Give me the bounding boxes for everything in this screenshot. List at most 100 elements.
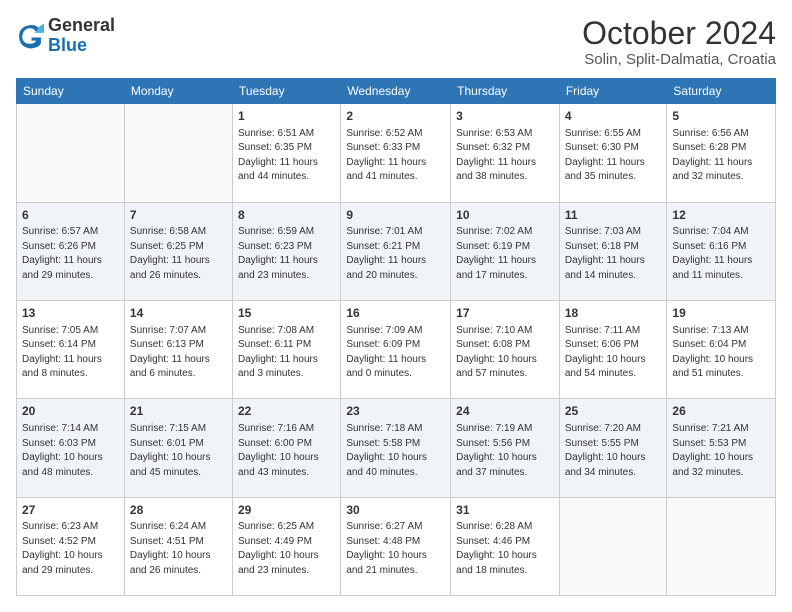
day-number: 15 (238, 305, 335, 322)
day-info: Sunrise: 7:19 AM Sunset: 5:56 PM Dayligh… (456, 422, 554, 480)
calendar-cell: 20 Sunrise: 7:14 AM Sunset: 6:03 PM Dayli… (17, 399, 125, 497)
main-title: October 2024 (582, 16, 776, 51)
day-number: 16 (346, 305, 445, 322)
calendar-cell: 4Sunrise: 6:55 AM Sunset: 6:30 PM Daylig… (559, 104, 667, 202)
header: General Blue October 2024 Solin, Split-D… (16, 16, 776, 68)
day-info: Sunrise: 7:11 AM Sunset: 6:06 PM Dayligh… (565, 324, 662, 382)
day-info: Sunrise: 7:09 AM Sunset: 6:09 PM Dayligh… (346, 324, 445, 382)
calendar-cell: 9Sunrise: 7:01 AM Sunset: 6:21 PM Daylig… (341, 202, 451, 300)
day-number: 18 (565, 305, 662, 322)
logo: General Blue (16, 16, 115, 56)
day-number: 27 (22, 502, 119, 519)
day-number: 25 (565, 403, 662, 420)
calendar-cell: 19 Sunrise: 7:13 AM Sunset: 6:04 PM Dayli… (667, 300, 776, 398)
calendar-week-5: 27Sunrise: 6:23 AM Sunset: 4:52 PM Dayli… (17, 497, 776, 595)
calendar-cell: 22Sunrise: 7:16 AM Sunset: 6:00 PM Dayli… (232, 399, 340, 497)
calendar-cell: 8Sunrise: 6:59 AM Sunset: 6:23 PM Daylig… (232, 202, 340, 300)
calendar-cell: 28Sunrise: 6:24 AM Sunset: 4:51 PM Dayli… (124, 497, 232, 595)
day-info: Sunrise: 7:10 AM Sunset: 6:08 PM Dayligh… (456, 324, 554, 382)
calendar-cell: 21 Sunrise: 7:15 AM Sunset: 6:01 PM Dayli… (124, 399, 232, 497)
day-number: 6 (22, 207, 119, 224)
day-number: 3 (456, 108, 554, 125)
logo-text: General Blue (48, 16, 115, 56)
calendar-week-2: 6Sunrise: 6:57 AM Sunset: 6:26 PM Daylig… (17, 202, 776, 300)
logo-blue: Blue (48, 36, 115, 56)
day-info: Sunrise: 6:23 AM Sunset: 4:52 PM Dayligh… (22, 520, 119, 578)
calendar-cell: 24Sunrise: 7:19 AM Sunset: 5:56 PM Dayli… (451, 399, 560, 497)
day-info: Sunrise: 7:14 AM Sunset: 6:03 PM Dayligh… (22, 422, 119, 480)
day-info: Sunrise: 6:57 AM Sunset: 6:26 PM Dayligh… (22, 225, 119, 283)
day-info: Sunrise: 7:15 AM Sunset: 6:01 PM Dayligh… (130, 422, 227, 480)
col-thursday: Thursday (451, 79, 560, 104)
calendar-cell: 26Sunrise: 7:21 AM Sunset: 5:53 PM Dayli… (667, 399, 776, 497)
col-wednesday: Wednesday (341, 79, 451, 104)
calendar-cell: 2Sunrise: 6:52 AM Sunset: 6:33 PM Daylig… (341, 104, 451, 202)
col-sunday: Sunday (17, 79, 125, 104)
day-info: Sunrise: 7:07 AM Sunset: 6:13 PM Dayligh… (130, 324, 227, 382)
day-info: Sunrise: 7:18 AM Sunset: 5:58 PM Dayligh… (346, 422, 445, 480)
calendar-table: Sunday Monday Tuesday Wednesday Thursday… (16, 78, 776, 596)
calendar-cell (559, 497, 667, 595)
day-info: Sunrise: 6:58 AM Sunset: 6:25 PM Dayligh… (130, 225, 227, 283)
calendar-cell: 11Sunrise: 7:03 AM Sunset: 6:18 PM Dayli… (559, 202, 667, 300)
day-info: Sunrise: 6:51 AM Sunset: 6:35 PM Dayligh… (238, 127, 335, 185)
calendar-cell: 6Sunrise: 6:57 AM Sunset: 6:26 PM Daylig… (17, 202, 125, 300)
day-info: Sunrise: 7:21 AM Sunset: 5:53 PM Dayligh… (672, 422, 770, 480)
day-number: 10 (456, 207, 554, 224)
subtitle: Solin, Split-Dalmatia, Croatia (582, 51, 776, 68)
day-info: Sunrise: 7:13 AM Sunset: 6:04 PM Dayligh… (672, 324, 770, 382)
day-number: 12 (672, 207, 770, 224)
calendar-week-3: 13 Sunrise: 7:05 AM Sunset: 6:14 PM Dayli… (17, 300, 776, 398)
day-number: 28 (130, 502, 227, 519)
col-friday: Friday (559, 79, 667, 104)
calendar-cell: 18 Sunrise: 7:11 AM Sunset: 6:06 PM Dayli… (559, 300, 667, 398)
day-info: Sunrise: 7:03 AM Sunset: 6:18 PM Dayligh… (565, 225, 662, 283)
calendar-cell: 12Sunrise: 7:04 AM Sunset: 6:16 PM Dayli… (667, 202, 776, 300)
day-info: Sunrise: 6:59 AM Sunset: 6:23 PM Dayligh… (238, 225, 335, 283)
day-info: Sunrise: 7:05 AM Sunset: 6:14 PM Dayligh… (22, 324, 119, 382)
day-number: 17 (456, 305, 554, 322)
calendar-cell: 27Sunrise: 6:23 AM Sunset: 4:52 PM Dayli… (17, 497, 125, 595)
calendar-week-1: 1 Sunrise: 6:51 AM Sunset: 6:35 PM Daylig… (17, 104, 776, 202)
day-number: 14 (130, 305, 227, 322)
calendar-cell: 7Sunrise: 6:58 AM Sunset: 6:25 PM Daylig… (124, 202, 232, 300)
col-tuesday: Tuesday (232, 79, 340, 104)
calendar-cell (17, 104, 125, 202)
day-number: 4 (565, 108, 662, 125)
day-number: 20 (22, 403, 119, 420)
day-number: 22 (238, 403, 335, 420)
day-info: Sunrise: 7:01 AM Sunset: 6:21 PM Dayligh… (346, 225, 445, 283)
day-number: 13 (22, 305, 119, 322)
day-number: 30 (346, 502, 445, 519)
page: General Blue October 2024 Solin, Split-D… (0, 0, 792, 612)
calendar-cell: 5Sunrise: 6:56 AM Sunset: 6:28 PM Daylig… (667, 104, 776, 202)
calendar-cell: 1 Sunrise: 6:51 AM Sunset: 6:35 PM Daylig… (232, 104, 340, 202)
calendar-cell: 15 Sunrise: 7:08 AM Sunset: 6:11 PM Dayli… (232, 300, 340, 398)
day-number: 1 (238, 108, 335, 125)
day-info: Sunrise: 6:27 AM Sunset: 4:48 PM Dayligh… (346, 520, 445, 578)
col-saturday: Saturday (667, 79, 776, 104)
day-info: Sunrise: 6:52 AM Sunset: 6:33 PM Dayligh… (346, 127, 445, 185)
logo-general: General (48, 16, 115, 36)
calendar-cell: 10Sunrise: 7:02 AM Sunset: 6:19 PM Dayli… (451, 202, 560, 300)
day-info: Sunrise: 7:04 AM Sunset: 6:16 PM Dayligh… (672, 225, 770, 283)
day-info: Sunrise: 6:53 AM Sunset: 6:32 PM Dayligh… (456, 127, 554, 185)
day-info: Sunrise: 7:02 AM Sunset: 6:19 PM Dayligh… (456, 225, 554, 283)
day-number: 31 (456, 502, 554, 519)
calendar-cell: 30Sunrise: 6:27 AM Sunset: 4:48 PM Dayli… (341, 497, 451, 595)
calendar-cell (667, 497, 776, 595)
calendar-cell: 23Sunrise: 7:18 AM Sunset: 5:58 PM Dayli… (341, 399, 451, 497)
calendar-cell: 31Sunrise: 6:28 AM Sunset: 4:46 PM Dayli… (451, 497, 560, 595)
calendar-cell: 13 Sunrise: 7:05 AM Sunset: 6:14 PM Dayli… (17, 300, 125, 398)
day-number: 11 (565, 207, 662, 224)
calendar-cell: 25Sunrise: 7:20 AM Sunset: 5:55 PM Dayli… (559, 399, 667, 497)
day-number: 7 (130, 207, 227, 224)
day-info: Sunrise: 7:08 AM Sunset: 6:11 PM Dayligh… (238, 324, 335, 382)
logo-icon (16, 22, 44, 50)
calendar-header-row: Sunday Monday Tuesday Wednesday Thursday… (17, 79, 776, 104)
day-number: 29 (238, 502, 335, 519)
day-info: Sunrise: 6:25 AM Sunset: 4:49 PM Dayligh… (238, 520, 335, 578)
day-info: Sunrise: 6:28 AM Sunset: 4:46 PM Dayligh… (456, 520, 554, 578)
day-number: 19 (672, 305, 770, 322)
day-number: 21 (130, 403, 227, 420)
